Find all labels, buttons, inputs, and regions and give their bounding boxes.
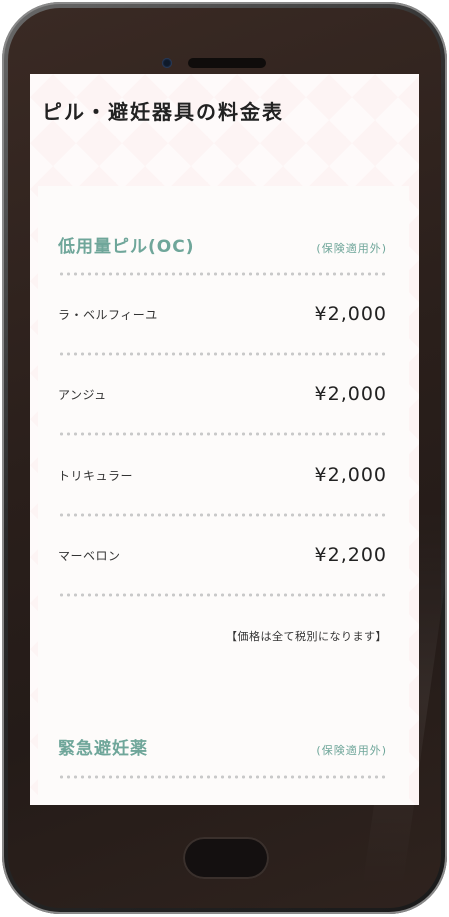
item-price: ¥2,000: [314, 383, 387, 405]
item-price: ¥2,200: [314, 544, 387, 566]
item-price: ¥2,000: [314, 303, 387, 325]
item-name: ラ・ベルフィーユ: [58, 307, 158, 322]
list-item: アンジュ ¥2,000: [58, 374, 387, 414]
item-name: マーベロン: [58, 548, 121, 563]
divider: [58, 513, 387, 517]
list-item: ラ・ベルフィーユ ¥2,000: [58, 294, 387, 334]
divider: [58, 593, 387, 597]
section-title: 緊急避妊薬: [58, 739, 148, 759]
page-title: ピル・避妊器具の料金表: [42, 100, 284, 124]
divider: [58, 775, 387, 779]
price-card: 低用量ピル(OC) (保険適用外) ラ・ベルフィーユ ¥2,000 アンジュ ¥…: [38, 186, 409, 805]
item-price: ¥2,000: [314, 464, 387, 486]
speaker-grille: [188, 58, 266, 68]
home-button[interactable]: [183, 837, 269, 879]
divider: [58, 432, 387, 436]
section-header-oc: 低用量ピル(OC) (保険適用外): [58, 232, 387, 266]
screen: ピル・避妊器具の料金表 低用量ピル(OC) (保険適用外) ラ・ベルフィーユ ¥…: [30, 74, 419, 805]
divider: [58, 352, 387, 356]
list-item: トリキュラー ¥2,000: [58, 455, 387, 495]
divider: [58, 272, 387, 276]
section-title: 低用量ピル(OC): [58, 237, 195, 257]
item-name: アンジュ: [58, 387, 107, 402]
item-name: トリキュラー: [58, 468, 134, 483]
tax-footnote: 【価格は全て税別になります】: [226, 630, 387, 643]
section-note: (保険適用外): [316, 744, 387, 757]
section-note: (保険適用外): [316, 242, 387, 255]
list-item: マーベロン ¥2,200: [58, 535, 387, 575]
section-header-emergency: 緊急避妊薬 (保険適用外): [58, 734, 387, 768]
front-camera-icon: [162, 58, 172, 68]
